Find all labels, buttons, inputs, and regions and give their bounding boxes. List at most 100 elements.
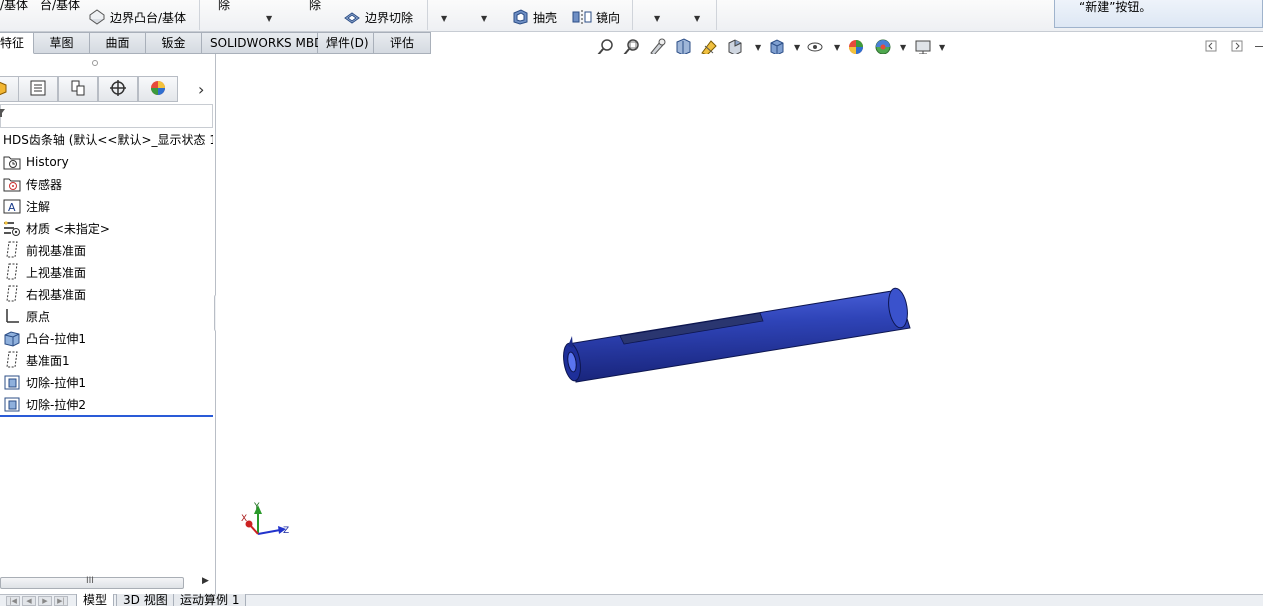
origin-icon [3, 307, 21, 325]
tab-features[interactable]: 特征 [0, 32, 34, 54]
mirror-label: 镜向 [596, 11, 621, 25]
shell-button[interactable]: 抽壳 [511, 9, 557, 28]
scrollbar-thumb[interactable]: III [0, 576, 184, 589]
graphics-area[interactable]: Y Z X [216, 54, 1263, 594]
last-tab-icon[interactable]: ▶| [54, 596, 68, 606]
chevron-down-icon[interactable]: ▼ [441, 14, 447, 23]
svg-text:A: A [8, 201, 16, 214]
shell-icon [511, 9, 529, 28]
chevron-down-icon[interactable]: ▼ [266, 14, 272, 23]
plane-icon [3, 285, 21, 303]
chevron-down-icon[interactable]: ▼ [755, 43, 761, 52]
boundary-boss-button[interactable]: 边界凸台/基体 [88, 9, 186, 28]
tree-item-label: 前视基准面 [26, 243, 87, 258]
tab-sketch[interactable]: 草图 [34, 32, 90, 54]
tab-solidworks-mbd[interactable]: SOLIDWORKS MBD [202, 32, 323, 54]
tree-item-right-plane[interactable]: 右视基准面 [3, 284, 86, 304]
minimize-icon[interactable] [1255, 46, 1263, 47]
chevron-down-icon[interactable]: ▼ [794, 43, 800, 52]
boundary-cut-button[interactable]: 边界切除 [343, 9, 413, 28]
property-manager-icon [29, 79, 47, 100]
configuration-manager-tab[interactable] [58, 76, 98, 102]
tree-item-annotations[interactable]: A 注解 [3, 196, 50, 216]
horizontal-scrollbar[interactable]: III ▶ [0, 576, 213, 590]
tree-item-material[interactable]: 材质 <未指定> [3, 218, 110, 238]
feature-manager-tab[interactable] [0, 76, 20, 102]
grip-icon: III [86, 576, 94, 586]
pane-tabs: › [0, 76, 216, 102]
cut-extrude-icon [3, 373, 21, 391]
mirror-button[interactable]: 镜向 [572, 9, 620, 28]
feature-filter-input[interactable] [0, 104, 213, 128]
tree-item-sensors[interactable]: 传感器 [3, 174, 62, 194]
tree-item-label: History [26, 155, 69, 169]
tab-motion-study-1[interactable]: 运动算例 1 [173, 594, 247, 606]
tree-item-cut-extrude2[interactable]: 切除-拉伸2 [3, 394, 86, 414]
tree-item-origin[interactable]: 原点 [3, 306, 50, 326]
configuration-manager-icon [69, 79, 87, 100]
filter-icon [0, 107, 7, 121]
tooltip-text: “新建”按钮。 [1079, 0, 1152, 14]
shell-label: 抽壳 [533, 11, 558, 25]
tab-3d-views[interactable]: 3D 视图 [116, 594, 175, 606]
tree-root-part[interactable]: HDS齿条轴 (默认<<默认>_显示状态 1 [3, 132, 213, 148]
chevron-down-icon[interactable]: ▼ [694, 14, 700, 23]
triad-z-label: Z [283, 526, 289, 536]
tree-item-top-plane[interactable]: 上视基准面 [3, 262, 86, 282]
tree-item-label: 上视基准面 [26, 265, 87, 280]
property-manager-tab[interactable] [18, 76, 58, 102]
tree-item-boss-extrude1[interactable]: 凸台-拉伸1 [3, 328, 86, 348]
tree-item-cut-extrude1[interactable]: 切除-拉伸1 [3, 372, 86, 392]
chevron-down-icon[interactable]: ▼ [481, 14, 487, 23]
plane-icon [3, 241, 21, 259]
feature-manager-icon [0, 79, 9, 100]
chevron-right-icon[interactable]: › [198, 80, 204, 99]
tree-item-history[interactable]: History [3, 152, 69, 172]
tab-sheet-metal[interactable]: 钣金 [146, 32, 202, 54]
tooltip-popup: “新建”按钮。 [1054, 0, 1263, 28]
cut-extrude-icon [3, 395, 21, 413]
tab-model[interactable]: 模型 [76, 594, 115, 606]
mirror-icon [572, 9, 592, 28]
chevron-down-icon[interactable]: ▼ [654, 14, 660, 23]
cut-fragment-2[interactable]: 除 [309, 0, 321, 12]
tree-item-label: 切除-拉伸2 [26, 397, 86, 412]
ribbon-fragment-2[interactable]: 台/基体 [40, 0, 80, 12]
chevron-down-icon[interactable]: ▼ [939, 43, 945, 52]
tab-evaluate[interactable]: 评估 [374, 32, 431, 54]
restore-left-icon[interactable] [1205, 40, 1217, 55]
next-tab-icon[interactable]: ▶ [38, 596, 52, 606]
chevron-down-icon[interactable]: ▼ [900, 43, 906, 52]
rack-shaft-part[interactable] [561, 287, 911, 383]
previous-tab-icon[interactable]: ◀ [22, 596, 36, 606]
plane-icon [3, 351, 21, 369]
model-view: Y Z X [241, 287, 911, 536]
display-manager-icon [149, 79, 167, 100]
sensor-icon [3, 175, 21, 193]
tree-item-label: 材质 <未指定> [26, 221, 110, 236]
solidworks-window: /基体 台/基体 边界凸台/基体 除 ▼ 除 边界切除 ▼ ▼ 抽壳 镜向 ▼ … [0, 0, 1263, 606]
scroll-right-icon[interactable]: ▶ [202, 576, 209, 586]
rollback-bar[interactable] [0, 415, 213, 417]
plane-icon [3, 263, 21, 281]
chevron-down-icon[interactable]: ▼ [834, 43, 840, 52]
annotation-icon: A [3, 197, 21, 215]
triad-x-label: X [241, 514, 247, 524]
pane-split-handle[interactable] [92, 60, 98, 66]
tab-surfaces[interactable]: 曲面 [90, 32, 146, 54]
boundary-boss-icon [88, 9, 106, 28]
tree-item-label: 原点 [26, 309, 51, 324]
tree-item-label: 基准面1 [26, 353, 70, 368]
tree-item-label: 传感器 [26, 177, 63, 192]
tree-item-label: 切除-拉伸1 [26, 375, 86, 390]
crosshair-icon [109, 79, 127, 100]
display-manager-tab[interactable] [138, 76, 178, 102]
ribbon-fragment-1[interactable]: /基体 [0, 0, 28, 12]
cut-fragment-1[interactable]: 除 [218, 0, 230, 12]
tree-item-plane1[interactable]: 基准面1 [3, 350, 70, 370]
tab-weldments[interactable]: 焊件(D) [318, 32, 374, 54]
restore-right-icon[interactable] [1231, 40, 1243, 55]
first-tab-icon[interactable]: |◀ [6, 596, 20, 606]
dimxpert-manager-tab[interactable] [98, 76, 138, 102]
tree-item-front-plane[interactable]: 前视基准面 [3, 240, 86, 260]
